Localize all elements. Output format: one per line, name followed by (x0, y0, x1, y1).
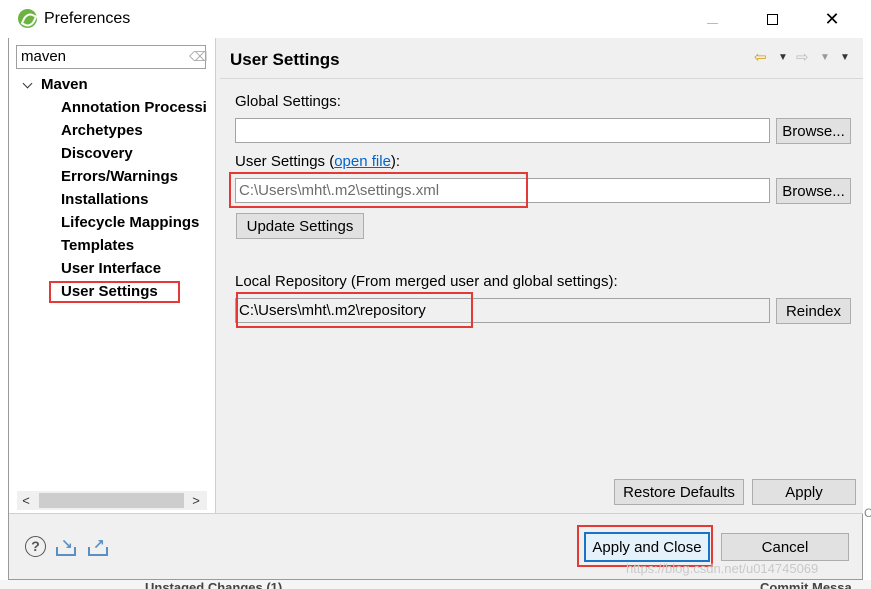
tree-item-user-interface[interactable]: User Interface (61, 260, 161, 277)
scroll-left-icon[interactable]: < (17, 491, 35, 510)
apply-button[interactable]: Apply (752, 479, 856, 505)
back-dropdown-icon[interactable]: ▼ (778, 52, 788, 63)
forward-dropdown-icon[interactable]: ▼ (820, 52, 830, 63)
apply-and-close-button[interactable]: Apply and Close (584, 532, 710, 562)
spring-app-icon (18, 9, 37, 28)
minimize-button[interactable] (692, 5, 732, 33)
user-settings-label: User Settings (open file): (235, 153, 400, 170)
maximize-button[interactable] (752, 5, 792, 33)
horizontal-scrollbar[interactable]: < > (17, 491, 207, 510)
page-title: User Settings (230, 50, 340, 69)
help-icon[interactable]: ? (25, 536, 46, 557)
background-fragment-text: Co (864, 506, 871, 520)
tree-item-errors-warnings[interactable]: Errors/Warnings (61, 168, 178, 185)
close-icon: ✕ (824, 8, 840, 29)
restore-defaults-button[interactable]: Restore Defaults (614, 479, 744, 505)
tree-item-installations[interactable]: Installations (61, 191, 149, 208)
forward-arrow-icon[interactable]: ⇨ (796, 48, 809, 66)
clear-filter-icon[interactable]: ⌫ (189, 50, 207, 64)
footer-divider (9, 513, 863, 514)
filter-input[interactable]: maven (16, 45, 206, 69)
tree-item-templates[interactable]: Templates (61, 237, 134, 254)
highlight-box (49, 281, 180, 303)
title-bar: Preferences ✕ (0, 0, 871, 38)
scroll-right-icon[interactable]: > (187, 491, 205, 510)
maximize-icon (766, 13, 778, 25)
background-window: Unstaged Changes (1) Commit Messa (0, 580, 871, 589)
tree-item-maven[interactable]: Maven (41, 76, 88, 93)
collapse-chevron-icon[interactable] (22, 80, 34, 92)
back-arrow-icon[interactable]: ⇦ (754, 48, 767, 66)
local-repository-label: Local Repository (From merged user and g… (235, 273, 618, 290)
watermark-text: https://blog.csdn.net/u014745069 (626, 561, 819, 576)
export-icon[interactable]: ↗ (87, 536, 109, 556)
global-settings-label: Global Settings: (235, 93, 341, 110)
highlight-box (229, 172, 528, 208)
highlight-box (236, 292, 473, 328)
view-menu-icon[interactable]: ▼ (840, 52, 850, 63)
close-button[interactable]: ✕ (812, 5, 852, 33)
cancel-button[interactable]: Cancel (721, 533, 849, 561)
user-browse-button[interactable]: Browse... (776, 178, 851, 204)
user-settings-label-prefix: User Settings ( (235, 153, 335, 170)
window-title: Preferences (44, 10, 131, 27)
minimize-icon (706, 22, 718, 24)
tree-item-discovery[interactable]: Discovery (61, 145, 133, 162)
title-divider (220, 78, 863, 79)
global-settings-input[interactable] (235, 118, 770, 143)
tree-item-lifecycle-mappings[interactable]: Lifecycle Mappings (61, 214, 199, 231)
commit-message-label: Commit Messa (760, 580, 852, 589)
scroll-thumb[interactable] (39, 493, 184, 508)
reindex-button[interactable]: Reindex (776, 298, 851, 324)
open-file-link[interactable]: open file (334, 153, 391, 170)
unstaged-changes-label: Unstaged Changes (1) (145, 580, 283, 589)
user-settings-label-suffix: ): (390, 153, 401, 170)
update-settings-button[interactable]: Update Settings (236, 213, 364, 239)
import-icon[interactable]: ↘ (55, 536, 77, 556)
global-browse-button[interactable]: Browse... (776, 118, 851, 144)
tree-item-annotation-processing[interactable]: Annotation Processing (61, 99, 207, 116)
tree-item-archetypes[interactable]: Archetypes (61, 122, 143, 139)
